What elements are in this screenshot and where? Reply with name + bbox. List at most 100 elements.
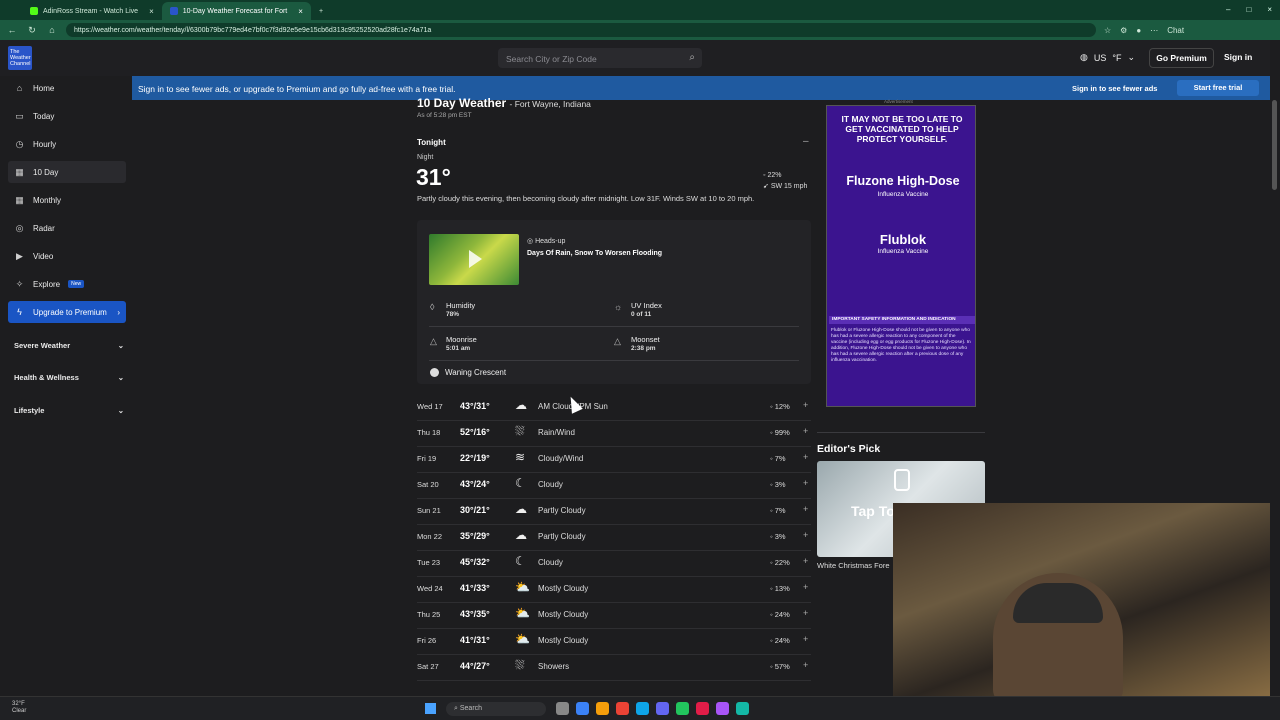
daily-forecast-row[interactable]: Wed 24 41°/33° ⛅ Mostly Cloudy ◦ 13% +	[417, 577, 811, 603]
folder-icon[interactable]	[596, 702, 609, 715]
sidebar-item-label: Home	[33, 83, 55, 93]
hi-lo-temps: 41°/31°	[460, 635, 490, 645]
expand-icon[interactable]: +	[803, 452, 808, 462]
profile-icon[interactable]: ●	[1136, 26, 1141, 35]
sidebar-item-explore[interactable]: ✧ Explore New	[8, 273, 126, 295]
file-explorer-icon[interactable]	[556, 702, 569, 715]
sidebar-group-health[interactable]: Health & Wellness ⌄	[14, 373, 124, 382]
sidebar-item-home[interactable]: ⌂ Home	[8, 77, 126, 99]
expand-icon[interactable]: +	[803, 426, 808, 436]
daily-forecast-row[interactable]: Fri 26 41°/31° ⛅ Mostly Cloudy ◦ 24% +	[417, 629, 811, 655]
chat-button[interactable]: Chat	[1167, 26, 1184, 35]
daily-forecast-row[interactable]: Tue 23 45°/32° ☾ Cloudy ◦ 22% +	[417, 551, 811, 577]
chrome-icon[interactable]	[616, 702, 629, 715]
tab-label: AdinRoss Stream - Watch Live	[43, 7, 139, 15]
expand-icon[interactable]: +	[803, 530, 808, 540]
daily-forecast-row[interactable]: Mon 22 35°/29° ☁ Partly Cloudy ◦ 3% +	[417, 525, 811, 551]
store-icon[interactable]	[636, 702, 649, 715]
taskbar-search[interactable]: ⌕ Search	[446, 702, 546, 716]
reload-icon[interactable]: ↻	[26, 25, 38, 36]
go-premium-button[interactable]: Go Premium	[1149, 48, 1214, 68]
sign-in-link[interactable]: Sign in	[1224, 52, 1252, 62]
video-title[interactable]: Days Of Rain, Snow To Worsen Flooding	[527, 250, 662, 257]
daily-forecast-row[interactable]: Wed 17 43°/31° ☁ AM Clouds/PM Sun ◦ 12% +	[417, 395, 811, 421]
day-label: Thu 18	[417, 428, 441, 437]
weather-channel-logo[interactable]: The Weather Channel	[8, 46, 32, 70]
windows-start-icon[interactable]	[425, 703, 436, 714]
vaccine-advertisement[interactable]: IT MAY NOT BE TOO LATE TO GET VACCINATED…	[826, 105, 976, 407]
close-window-icon[interactable]: ×	[1267, 5, 1272, 14]
taskbar-weather[interactable]: 32°F Clear	[12, 701, 26, 715]
search-icon[interactable]: ⌕	[689, 52, 695, 63]
app-icon[interactable]	[676, 702, 689, 715]
tonight-narrative: Partly cloudy this evening, then becomin…	[417, 194, 755, 203]
sidebar-item-monthly[interactable]: ▦ Monthly	[8, 189, 126, 211]
app-icon[interactable]	[716, 702, 729, 715]
sidebar-item-today[interactable]: ▭ Today	[8, 105, 126, 127]
uv-value: 0 of 11	[631, 311, 652, 318]
daily-forecast-row[interactable]: Thu 18 52°/16° ⛆ Rain/Wind ◦ 99% +	[417, 421, 811, 447]
ad-isi-header: IMPORTANT SAFETY INFORMATION AND INDICAT…	[829, 316, 975, 324]
daily-forecast-row[interactable]: Sat 20 43°/24° ☾ Cloudy ◦ 3% +	[417, 473, 811, 499]
expand-icon[interactable]: +	[803, 634, 808, 644]
expand-icon[interactable]: +	[803, 660, 808, 670]
url-field[interactable]: https://weather.com/weather/tenday/l/630…	[66, 23, 1096, 37]
browser-tab-active[interactable]: 10-Day Weather Forecast for Fort ×	[161, 2, 311, 20]
divider	[817, 432, 985, 433]
cap-shape	[1013, 583, 1103, 623]
edge-icon[interactable]	[576, 702, 589, 715]
sidebar-item-label: Today	[33, 111, 55, 121]
expand-icon[interactable]: +	[803, 556, 808, 566]
banner-sign-in-link[interactable]: Sign in to see fewer ads	[1072, 84, 1157, 93]
uv-cell: UV Index 0 of 11	[631, 301, 662, 319]
browser-tab[interactable]: AdinRoss Stream - Watch Live ×	[22, 2, 162, 20]
sidebar-group-severe[interactable]: Severe Weather ⌄	[14, 341, 124, 350]
expand-icon[interactable]: +	[803, 400, 808, 410]
close-tab-icon[interactable]: ×	[298, 7, 303, 16]
editors-pick-caption[interactable]: White Christmas Fore	[817, 561, 890, 570]
menu-icon[interactable]: ⋯	[1150, 26, 1158, 35]
page-scrollbar[interactable]	[1270, 40, 1280, 696]
expand-icon[interactable]: +	[803, 582, 808, 592]
collapse-icon[interactable]: –	[803, 136, 809, 147]
precip-value: 24%	[774, 610, 790, 619]
close-tab-icon[interactable]: ×	[149, 7, 154, 16]
daily-forecast-row[interactable]: Sun 21 30°/21° ☁ Partly Cloudy ◦ 7% +	[417, 499, 811, 525]
minimize-icon[interactable]: –	[1226, 5, 1230, 14]
app-icon[interactable]	[736, 702, 749, 715]
daily-forecast-row[interactable]: Thu 25 43°/35° ⛅ Mostly Cloudy ◦ 24% +	[417, 603, 811, 629]
locale-selector[interactable]: ◍ US °F ⌄	[1080, 52, 1135, 63]
new-tab-icon[interactable]: +	[311, 2, 331, 20]
extensions-icon[interactable]: ⚙	[1120, 26, 1127, 35]
daily-forecast-row[interactable]: Fri 19 22°/19° ≋ Cloudy/Wind ◦ 7% +	[417, 447, 811, 473]
sidebar-group-lifestyle[interactable]: Lifestyle ⌄	[14, 406, 124, 415]
sidebar-item-video[interactable]: ▶ Video	[8, 245, 126, 267]
app-icon[interactable]	[656, 702, 669, 715]
taskbar-apps	[556, 702, 749, 715]
daily-forecast-row[interactable]: Sat 27 44°/27° ⛆ Showers ◦ 57% +	[417, 655, 811, 681]
home-icon[interactable]: ⌂	[46, 25, 58, 35]
hi-lo-temps: 43°/31°	[460, 401, 490, 411]
play-circle-icon: ◎	[527, 238, 536, 245]
precip-chance: ◦ 3%	[770, 480, 786, 489]
expand-icon[interactable]: +	[803, 608, 808, 618]
sidebar-item-10-day[interactable]: ▦ 10 Day	[8, 161, 126, 183]
app-icon[interactable]	[696, 702, 709, 715]
start-trial-button[interactable]: Start free trial	[1177, 80, 1259, 96]
search-input[interactable]: Search City or Zip Code ⌕	[498, 48, 702, 68]
sidebar-item-radar[interactable]: ◎ Radar	[8, 217, 126, 239]
sidebar-item-upgrade[interactable]: ϟ Upgrade to Premium ›	[8, 301, 126, 323]
scrollbar-thumb[interactable]	[1272, 100, 1277, 190]
play-icon[interactable]	[469, 250, 482, 268]
precip-value: 3%	[774, 532, 786, 541]
divider	[429, 360, 799, 361]
star-icon[interactable]: ☆	[1104, 26, 1111, 35]
back-icon[interactable]: ←	[6, 25, 18, 35]
heads-up-label: ◎ Heads-up	[527, 237, 565, 245]
video-thumbnail[interactable]	[429, 234, 519, 285]
maximize-icon[interactable]: □	[1246, 5, 1251, 14]
expand-icon[interactable]: +	[803, 478, 808, 488]
sidebar-item-hourly[interactable]: ◷ Hourly	[8, 133, 126, 155]
ad-label: Advertisement	[884, 99, 913, 104]
expand-icon[interactable]: +	[803, 504, 808, 514]
